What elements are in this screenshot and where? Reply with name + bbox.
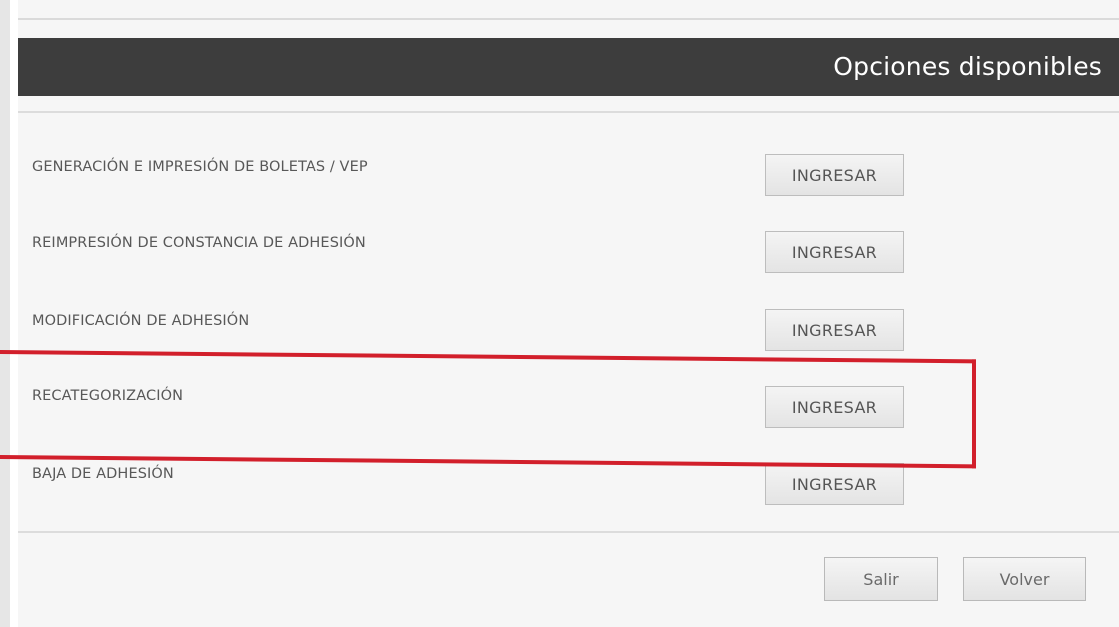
option-row-modificacion: MODIFICACIÓN DE ADHESIÓN: [18, 311, 1119, 361]
left-border: [0, 0, 10, 627]
exit-button[interactable]: Salir: [824, 557, 938, 601]
back-button[interactable]: Volver: [963, 557, 1086, 601]
top-divider: [18, 18, 1119, 20]
ingresar-button-generacion[interactable]: INGRESAR: [765, 154, 904, 196]
header-bar: Opciones disponibles: [18, 38, 1119, 96]
option-label: REIMPRESIÓN DE CONSTANCIA DE ADHESIÓN: [32, 235, 366, 251]
option-row-reimpresion: REIMPRESIÓN DE CONSTANCIA DE ADHESIÓN: [18, 233, 1119, 283]
option-row-generacion: GENERACIÓN E IMPRESIÓN DE BOLETAS / VEP: [18, 157, 1119, 207]
ingresar-button-reimpresion[interactable]: INGRESAR: [765, 231, 904, 273]
header-divider: [18, 111, 1119, 113]
ingresar-button-baja[interactable]: INGRESAR: [765, 463, 904, 505]
option-label: GENERACIÓN E IMPRESIÓN DE BOLETAS / VEP: [32, 159, 368, 175]
page-title: Opciones disponibles: [833, 52, 1102, 81]
ingresar-button-modificacion[interactable]: INGRESAR: [765, 309, 904, 351]
ingresar-button-recategorizacion[interactable]: INGRESAR: [765, 386, 904, 428]
option-label: RECATEGORIZACIÓN: [32, 388, 184, 404]
option-row-recategorizacion: RECATEGORIZACIÓN: [18, 386, 1119, 436]
options-panel: Opciones disponibles GENERACIÓN E IMPRES…: [18, 0, 1119, 627]
option-label: MODIFICACIÓN DE ADHESIÓN: [32, 313, 250, 329]
option-row-baja: BAJA DE ADHESIÓN: [18, 464, 1119, 514]
option-label: BAJA DE ADHESIÓN: [32, 466, 174, 482]
page: Opciones disponibles GENERACIÓN E IMPRES…: [0, 0, 1119, 627]
footer-divider: [18, 531, 1119, 533]
